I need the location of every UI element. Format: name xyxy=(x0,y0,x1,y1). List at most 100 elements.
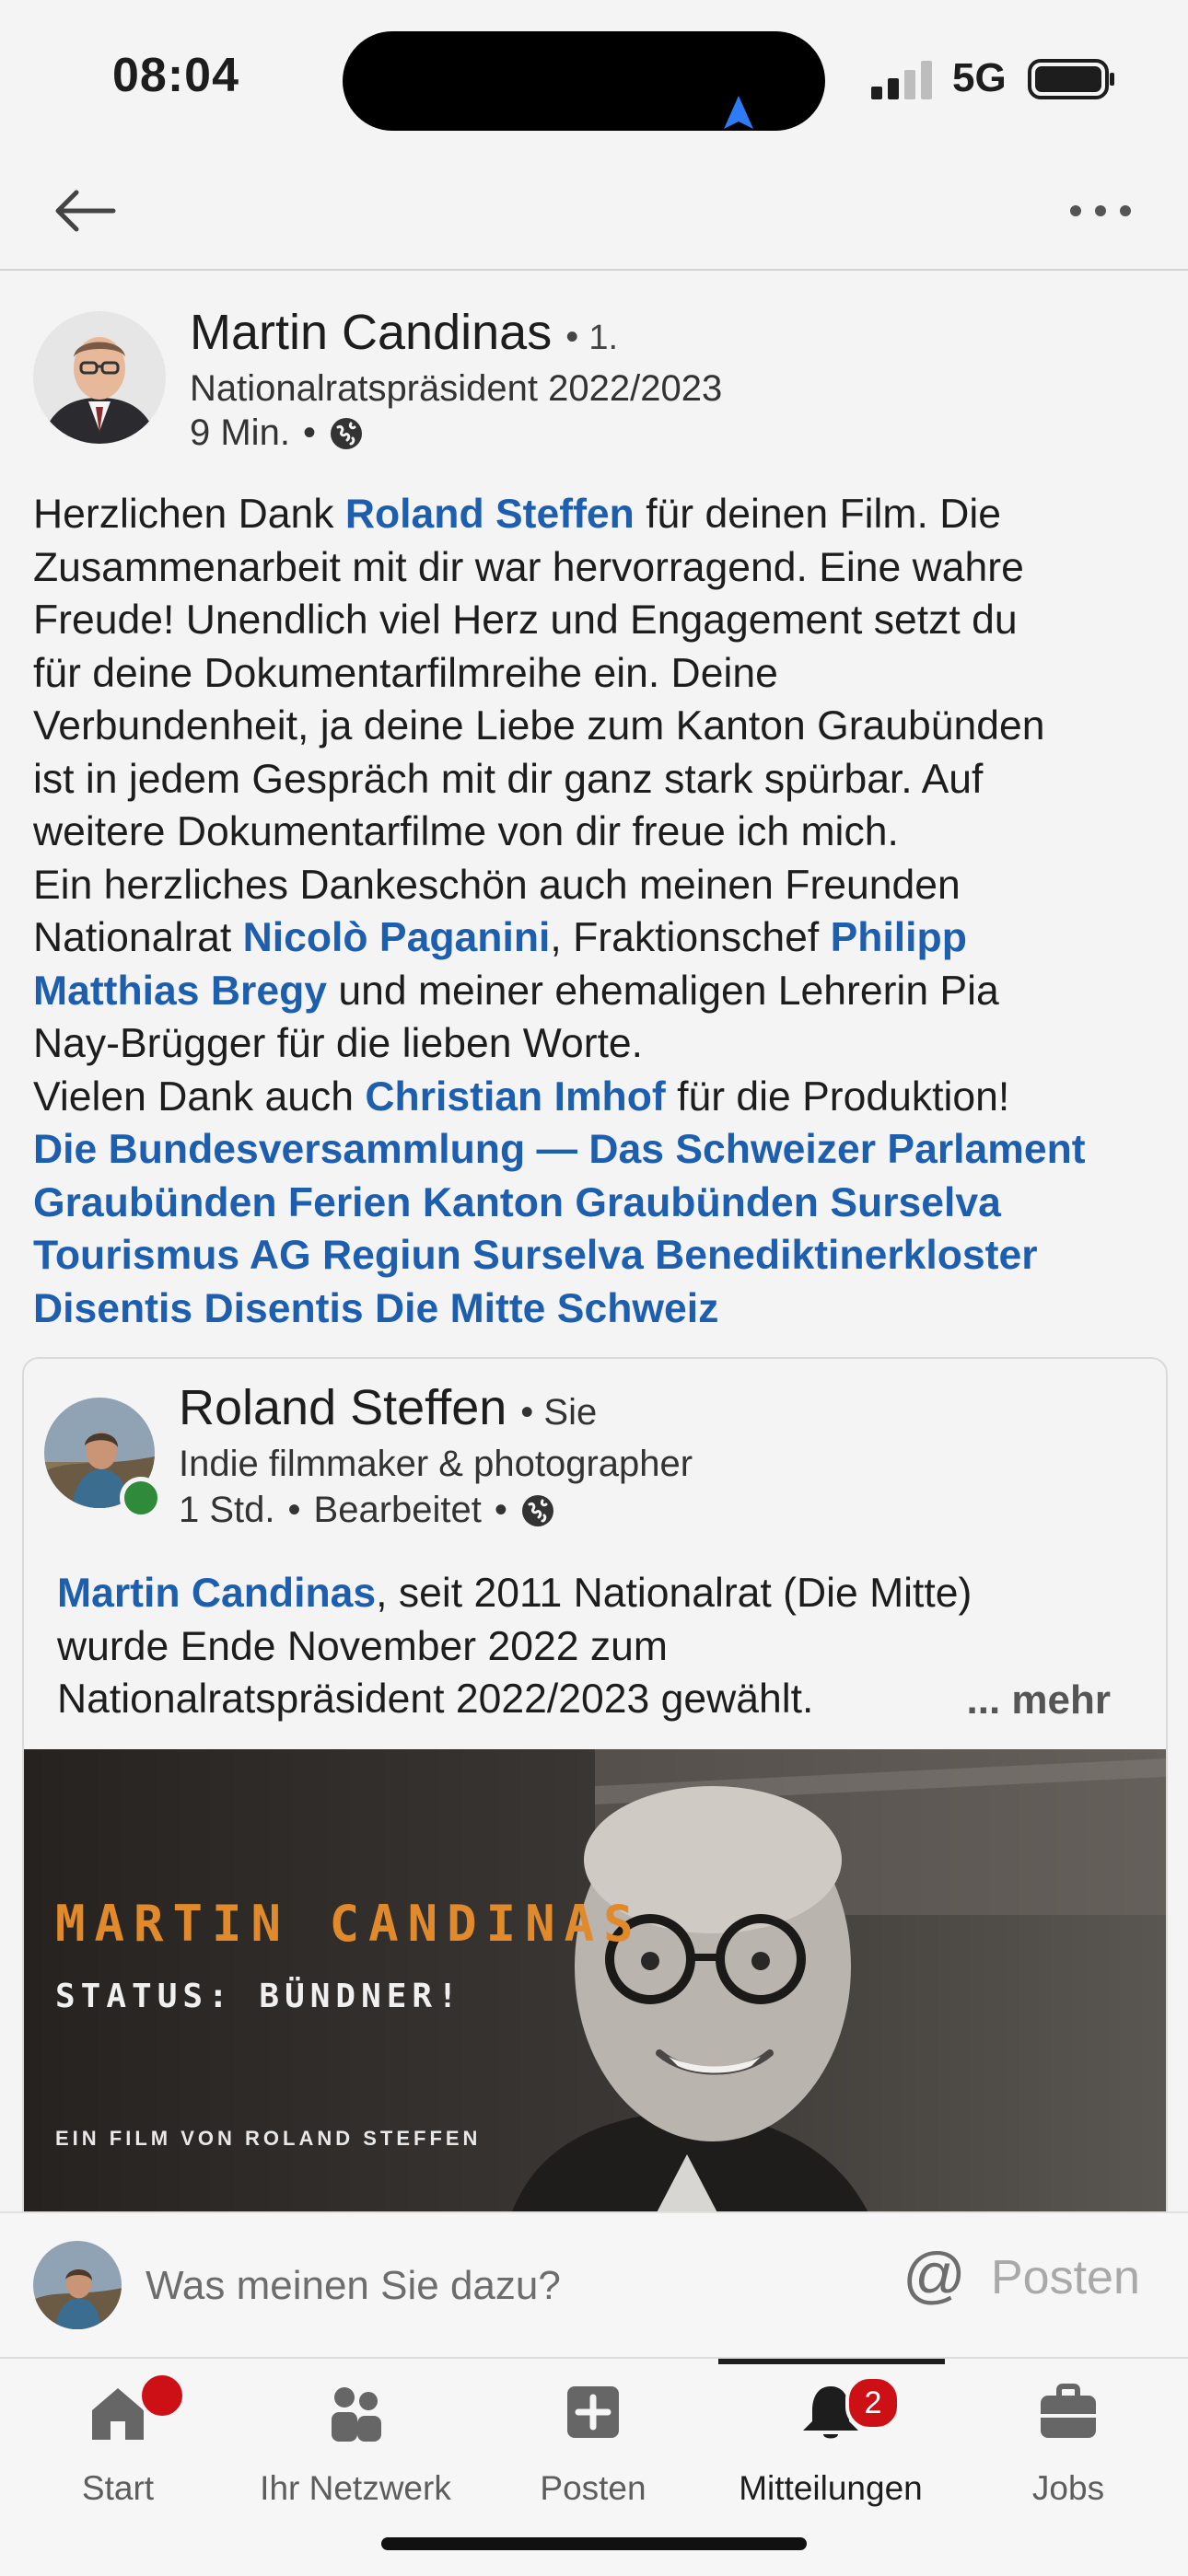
battery-icon xyxy=(1028,59,1114,99)
text-line: Tourismus AG Regiun Surselva Benediktine… xyxy=(33,1229,1157,1282)
nav-notifications[interactable]: 2 Mitteilungen xyxy=(720,2372,941,2510)
mention-link[interactable]: Roland Steffen xyxy=(345,492,635,537)
text-segment xyxy=(411,1180,422,1225)
mention-button[interactable]: @ xyxy=(903,2239,966,2311)
text-segment: Herzlichen Dank xyxy=(33,492,345,537)
author-avatar[interactable] xyxy=(33,311,166,444)
globe-icon xyxy=(521,1494,553,1526)
mention-link[interactable]: Disentis xyxy=(33,1286,192,1331)
status-bar: 08:04 5G xyxy=(0,0,1188,157)
nav-label: Jobs xyxy=(1031,2469,1105,2507)
text-segment: weitere Dokumentarfilme von dir freue ic… xyxy=(33,809,899,854)
mention-link[interactable]: Graubünden Ferien xyxy=(33,1180,411,1225)
text-segment xyxy=(644,1233,655,1278)
nav-post[interactable]: Posten xyxy=(483,2372,704,2510)
comment-input[interactable] xyxy=(144,2246,847,2326)
text-line: Martin Candinas, seit 2011 Nationalrat (… xyxy=(57,1567,1144,1620)
mention-link[interactable]: Tourismus AG xyxy=(33,1233,311,1278)
author-name[interactable]: Martin Candinas xyxy=(190,305,552,360)
mention-link[interactable]: Matthias Bregy xyxy=(33,969,327,1014)
see-more-link[interactable]: ... mehr xyxy=(967,1677,1112,1723)
post-body-text: Herzlichen Dank Roland Steffen für deine… xyxy=(33,488,1157,1335)
mention-link[interactable]: Disentis xyxy=(204,1286,364,1331)
film-title: MARTIN CANDINAS xyxy=(55,1895,643,1953)
mention-link[interactable]: Christian Imhof xyxy=(365,1074,665,1120)
nav-network[interactable]: Ihr Netzwerk xyxy=(245,2372,466,2510)
nav-label: Ihr Netzwerk xyxy=(260,2469,451,2507)
author-name-row[interactable]: Martin Candinas • 1. xyxy=(190,304,618,361)
connection-degree: 1. xyxy=(588,319,619,357)
nav-label: Posten xyxy=(540,2469,646,2507)
dynamic-island xyxy=(343,31,825,131)
text-line: Matthias Bregy und meiner ehemaligen Leh… xyxy=(33,965,1157,1018)
text-segment: ist in jedem Gespräch mit dir ganz stark… xyxy=(33,756,984,802)
nav-jobs[interactable]: Jobs xyxy=(958,2372,1179,2510)
text-line: Nay-Brügger für die lieben Worte. xyxy=(33,1017,1157,1071)
mention-link[interactable]: Nicolò Paganini xyxy=(243,915,551,960)
text-segment xyxy=(311,1233,322,1278)
more-dots-icon xyxy=(1070,205,1131,216)
text-line: ist in jedem Gespräch mit dir ganz stark… xyxy=(33,753,1157,806)
shared-author-headline: Indie filmmaker & photographer xyxy=(179,1444,693,1484)
text-line: Verbundenheit, ja deine Liebe zum Kanton… xyxy=(33,700,1157,753)
text-segment: Nationalratspräsident 2022/2023 gewählt. xyxy=(57,1677,814,1722)
post-comment-button[interactable]: Posten xyxy=(991,2250,1140,2305)
text-line: Ein herzliches Dankeschön auch meinen Fr… xyxy=(33,859,1157,912)
shared-post-card[interactable]: Roland Steffen • Sie Indie filmmaker & p… xyxy=(22,1357,1168,2245)
text-segment: Vielen Dank auch xyxy=(33,1073,366,1120)
separator-dot: • xyxy=(565,317,589,357)
mention-link[interactable]: Benediktinerkloster xyxy=(655,1233,1037,1278)
nav-start[interactable]: Start xyxy=(7,2372,228,2510)
mention-link[interactable]: Philipp xyxy=(831,915,967,960)
mention-link[interactable]: Martin Candinas xyxy=(57,1571,376,1616)
text-segment: Nay-Brügger für die lieben Worte. xyxy=(33,1021,644,1066)
nav-label: Mitteilungen xyxy=(739,2469,923,2507)
text-line: Graubünden Ferien Kanton Graubünden Surs… xyxy=(33,1177,1157,1230)
text-segment: Verbundenheit, ja deine Liebe zum Kanton… xyxy=(33,703,1045,748)
network-type: 5G xyxy=(952,55,1007,100)
text-line: Freude! Unendlich viel Herz und Engageme… xyxy=(33,594,1157,647)
text-line: Vielen Dank auch Christian Imhof für die… xyxy=(33,1071,1157,1124)
separator-dot: • xyxy=(494,1490,507,1530)
network-icon xyxy=(332,2387,381,2442)
briefcase-icon xyxy=(1041,2384,1096,2438)
top-bar xyxy=(0,157,1188,271)
author-headline: Nationalratspräsident 2022/2023 xyxy=(190,368,723,409)
my-avatar xyxy=(33,2241,122,2329)
mention-link[interactable]: Regiun Surselva xyxy=(322,1233,644,1278)
shared-author-name[interactable]: Roland Steffen xyxy=(179,1380,507,1435)
back-button[interactable] xyxy=(46,179,123,243)
nav-label: Start xyxy=(81,2469,155,2507)
post-time: 9 Min. xyxy=(190,412,290,453)
home-indicator xyxy=(381,2537,807,2550)
edited-label: Bearbeitet xyxy=(313,1490,482,1530)
text-segment xyxy=(192,1286,204,1331)
more-options-button[interactable] xyxy=(1059,179,1142,243)
post-plus-icon xyxy=(567,2386,619,2438)
shared-post-time: 1 Std. xyxy=(179,1490,275,1530)
back-arrow-icon xyxy=(55,190,116,232)
status-time: 08:04 xyxy=(112,49,239,102)
text-segment: für deine Dokumentarfilmreihe ein. Deine xyxy=(33,650,778,696)
cellular-signal-icon xyxy=(871,61,932,99)
mention-link[interactable]: Die Mitte Schweiz xyxy=(375,1286,718,1331)
shared-post-meta: 1 Std. • Bearbeitet • xyxy=(179,1490,555,1531)
mention-link[interactable]: Kanton Graubünden xyxy=(423,1180,819,1225)
text-segment: für deinen Film. Die xyxy=(634,492,1002,537)
text-segment: für die Produktion! xyxy=(665,1073,1010,1120)
shared-author-name-row[interactable]: Roland Steffen • Sie xyxy=(179,1379,597,1436)
text-segment xyxy=(364,1286,375,1331)
text-line: Herzlichen Dank Roland Steffen für deine… xyxy=(33,488,1157,541)
text-line: Nationalrat Nicolò Paganini, Fraktionsch… xyxy=(33,911,1157,965)
location-arrow-icon xyxy=(724,96,753,129)
text-segment: Nationalrat xyxy=(33,915,243,960)
shared-author-relation: Sie xyxy=(543,1392,598,1433)
separator-dot: • xyxy=(287,1490,301,1530)
text-segment: und meiner ehemaligen Lehrerin Pia xyxy=(327,968,999,1014)
film-subtitle: STATUS: BÜNDNER! xyxy=(55,1978,463,2015)
mention-link[interactable]: Surselva xyxy=(830,1180,1001,1225)
film-poster-image[interactable]: MARTIN CANDINAS STATUS: BÜNDNER! EIN FIL… xyxy=(24,1749,1166,2243)
active-tab-indicator xyxy=(718,2359,945,2364)
separator-dot: • xyxy=(302,412,316,453)
mention-link[interactable]: Die Bundesversammlung — Das Schweizer Pa… xyxy=(33,1127,1086,1172)
